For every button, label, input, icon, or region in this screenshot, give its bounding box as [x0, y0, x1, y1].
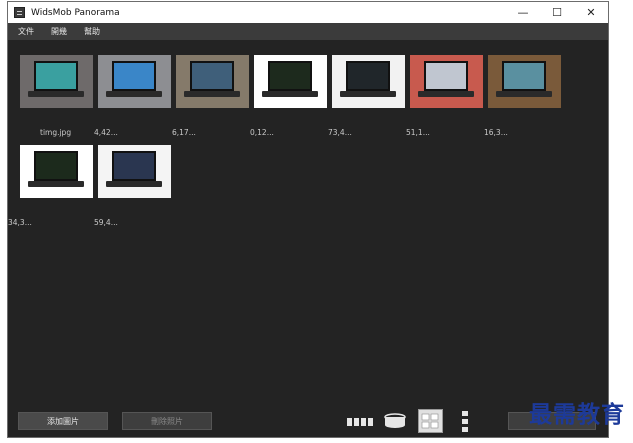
thumbnail-caption: 6,17... — [172, 128, 196, 137]
title-bar: WidsMob Panorama — ☐ ✕ — [8, 2, 608, 23]
thumbnail-caption: 59,4... — [94, 218, 118, 227]
laptop-base — [106, 181, 162, 187]
app-icon — [14, 7, 25, 18]
add-images-button[interactable]: 添加圖片 — [18, 412, 108, 430]
delete-photo-button[interactable]: 刪除照片 — [122, 412, 212, 430]
laptop-base — [496, 91, 552, 97]
laptop-screen — [34, 151, 78, 181]
thumbnail-caption: timg.jpg — [40, 128, 72, 137]
menu-bar: 文件 開幾 幫助 — [8, 23, 608, 40]
thumbnail-image[interactable] — [98, 55, 171, 108]
laptop-screen — [34, 61, 78, 91]
laptop-base — [184, 91, 240, 97]
thumbnail-image[interactable] — [98, 145, 171, 198]
laptop-screen — [190, 61, 234, 91]
menu-file[interactable]: 文件 — [18, 26, 34, 37]
thumbnail-image[interactable] — [176, 55, 249, 108]
thumbnail-grid: timg.jpg 4,42... 6,17... 0,12... 73,4... 51,1… — [8, 40, 608, 406]
app-window: WidsMob Panorama — ☐ ✕ 文件 開幾 幫助 timg.jpg… — [7, 1, 609, 438]
minimize-button[interactable]: — — [506, 2, 540, 23]
thumbnail-image[interactable] — [20, 55, 93, 108]
bottom-toolbar: 添加圖片 刪除照片 — [8, 406, 608, 437]
thumbnail-image[interactable] — [488, 55, 561, 108]
thumbnail-image[interactable] — [410, 55, 483, 108]
laptop-base — [340, 91, 396, 97]
thumbnail-image[interactable] — [254, 55, 327, 108]
menu-help[interactable]: 幫助 — [84, 26, 100, 37]
thumbnail-caption: 51,1... — [406, 128, 430, 137]
laptop-base — [106, 91, 162, 97]
horizontal-strip-icon[interactable] — [347, 417, 373, 427]
laptop-base — [28, 181, 84, 187]
laptop-screen — [424, 61, 468, 91]
thumbnail-caption: 4,42... — [94, 128, 118, 137]
cylinder-view-icon[interactable] — [383, 412, 407, 430]
laptop-screen — [112, 151, 156, 181]
thumbnail-image[interactable] — [332, 55, 405, 108]
vertical-strip-icon[interactable] — [461, 411, 469, 433]
laptop-screen — [346, 61, 390, 91]
laptop-screen — [268, 61, 312, 91]
thumbnail-caption: 34,3... — [8, 218, 32, 227]
watermark-text: 最需教育 — [529, 401, 625, 428]
laptop-screen — [502, 61, 546, 91]
laptop-base — [262, 91, 318, 97]
thumbnail-caption: 73,4... — [328, 128, 352, 137]
window-controls: — ☐ ✕ — [506, 2, 608, 23]
grid-view-icon — [421, 413, 439, 429]
maximize-button[interactable]: ☐ — [540, 2, 574, 23]
thumbnail-caption: 0,12... — [250, 128, 274, 137]
laptop-screen — [112, 61, 156, 91]
laptop-base — [28, 91, 84, 97]
grid-view-button[interactable] — [418, 409, 443, 433]
thumbnail-caption: 16,3... — [484, 128, 508, 137]
thumbnail-image[interactable] — [20, 145, 93, 198]
laptop-base — [418, 91, 474, 97]
menu-view[interactable]: 開幾 — [51, 26, 67, 37]
window-title: WidsMob Panorama — [31, 7, 120, 18]
close-button[interactable]: ✕ — [574, 2, 608, 23]
